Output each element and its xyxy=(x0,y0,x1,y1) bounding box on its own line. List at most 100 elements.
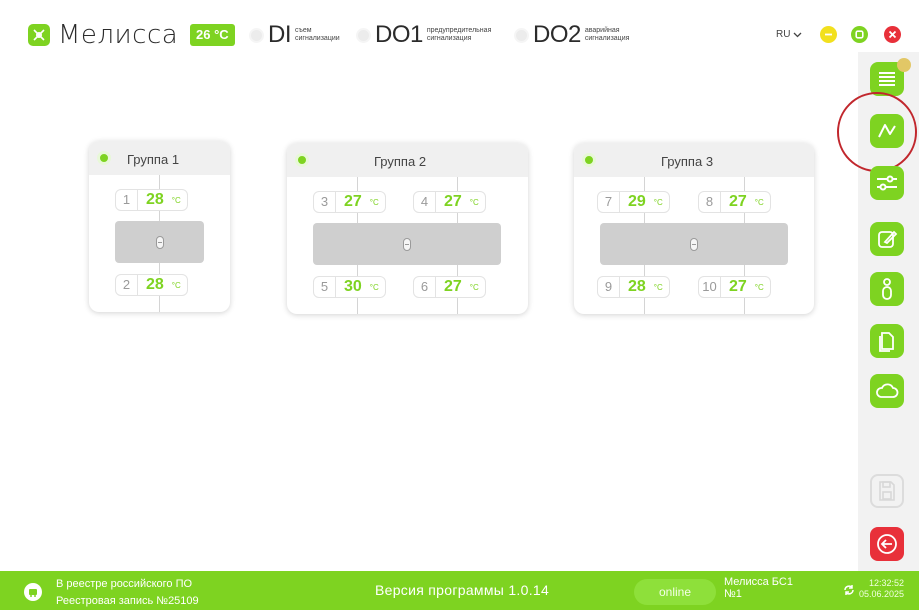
sensor-6[interactable]: 6 27 °C xyxy=(413,276,486,298)
documents-icon xyxy=(879,332,894,352)
settings-button[interactable] xyxy=(870,166,904,200)
sliders-icon xyxy=(877,175,897,191)
list-icon xyxy=(879,72,895,86)
sensor-number: 8 xyxy=(699,192,721,212)
sensor-unit: °C xyxy=(469,197,479,207)
sensor-unit: °C xyxy=(754,282,764,292)
sensors-button[interactable] xyxy=(870,272,904,306)
sensor-unit: °C xyxy=(653,282,663,292)
sensor-number: 10 xyxy=(699,277,721,297)
sensor-8[interactable]: 8 27 °C xyxy=(698,191,771,213)
program-version: Версия программы 1.0.14 xyxy=(375,582,550,598)
logo-icon xyxy=(28,24,50,46)
indicator-code: DO1 xyxy=(375,21,423,48)
group-card-1[interactable]: Группа 1 1 28 °C 2 28 °C xyxy=(89,141,230,312)
header: Мелисса 26 °C DI съем сигнализации DO1 п… xyxy=(0,0,919,64)
sensor-number: 1 xyxy=(116,190,138,210)
device-number: №1 xyxy=(724,588,742,600)
cloud-button[interactable] xyxy=(870,374,904,408)
sensor-unit: °C xyxy=(369,282,379,292)
group-title: Группа 1 xyxy=(127,152,180,167)
sensor-3[interactable]: 3 27 °C xyxy=(313,191,386,213)
close-button[interactable] xyxy=(884,26,901,43)
sensor-icon xyxy=(882,278,892,300)
sensor-unit: °C xyxy=(469,282,479,292)
sensor-unit: °C xyxy=(754,197,764,207)
door-status xyxy=(600,223,788,265)
minus-icon xyxy=(825,33,832,36)
clock-time: 12:32:52 xyxy=(868,578,904,588)
documents-button[interactable] xyxy=(870,324,904,358)
group-card-3[interactable]: Группа 3 7 29 °C 8 27 °C 9 28 °C 10 27 °… xyxy=(574,143,814,314)
app-name: Мелисса xyxy=(58,20,179,50)
clock: 12:32:52 05.06.2025 xyxy=(856,578,904,600)
sensor-number: 5 xyxy=(314,277,336,297)
registry-info: В реестре российского ПО Реестровая запи… xyxy=(56,576,199,610)
minimize-button[interactable] xyxy=(820,26,837,43)
group-card-2[interactable]: Группа 2 3 27 °C 4 27 °C 5 30 °C 6 27 °C xyxy=(287,143,528,314)
cloud-icon xyxy=(876,383,899,398)
sensor-number: 4 xyxy=(414,192,436,212)
group-title: Группа 2 xyxy=(374,154,427,169)
sensor-9[interactable]: 9 28 °C xyxy=(597,276,670,298)
notification-dot xyxy=(897,58,911,72)
sensor-value: 28 xyxy=(146,276,164,293)
highlight-ring xyxy=(837,92,917,172)
group-title: Группа 3 xyxy=(661,154,714,169)
sync-icon[interactable] xyxy=(843,584,855,599)
door-icon xyxy=(155,235,164,249)
sensor-value: 28 xyxy=(146,191,164,208)
group-status-led xyxy=(97,151,111,165)
sensor-7[interactable]: 7 29 °C xyxy=(597,191,670,213)
sensor-value: 27 xyxy=(344,193,362,210)
exit-icon xyxy=(877,534,897,554)
sensor-10[interactable]: 10 27 °C xyxy=(698,276,771,298)
language-select[interactable]: RU xyxy=(776,29,802,40)
indicator-do2: DO2 аварийная сигнализация xyxy=(514,21,647,49)
sensor-number: 7 xyxy=(598,192,620,212)
connection-status: online xyxy=(634,579,716,605)
sensor-2[interactable]: 2 28 °C xyxy=(115,274,188,296)
sensor-value: 29 xyxy=(628,193,646,210)
sensor-1[interactable]: 1 28 °C xyxy=(115,189,188,211)
door-icon xyxy=(690,237,698,251)
indicator-desc: съем сигнализации xyxy=(295,27,340,42)
exit-button[interactable] xyxy=(870,527,904,561)
group-status-led xyxy=(582,153,596,167)
sensor-number: 2 xyxy=(116,275,138,295)
registry-line-2: Реестровая запись №25109 xyxy=(56,595,199,607)
sensor-4[interactable]: 4 27 °C xyxy=(413,191,486,213)
save-button[interactable] xyxy=(870,474,904,508)
sensor-value: 30 xyxy=(344,278,362,295)
group-status-led xyxy=(295,153,309,167)
edit-button[interactable] xyxy=(870,222,904,256)
maximize-button[interactable] xyxy=(851,26,868,43)
app-window: Мелисса 26 °C DI съем сигнализации DO1 п… xyxy=(0,0,919,610)
indicator-do1: DO1 предупредительная сигнализация xyxy=(356,21,507,49)
logo: Мелисса xyxy=(28,20,178,50)
registry-line-1: В реестре российского ПО xyxy=(56,578,193,590)
chevron-down-icon xyxy=(793,32,802,37)
sensor-value: 28 xyxy=(628,278,646,295)
close-icon xyxy=(888,30,897,39)
indicator-led xyxy=(249,27,264,43)
device-info: Мелисса БС1 №1 xyxy=(724,576,793,600)
sensor-5[interactable]: 5 30 °C xyxy=(313,276,386,298)
sensor-value: 27 xyxy=(729,278,747,295)
sensor-number: 3 xyxy=(314,192,336,212)
square-icon xyxy=(855,30,864,39)
door-status xyxy=(313,223,501,265)
device-name: Мелисса БС1 xyxy=(724,576,793,588)
indicator-led xyxy=(356,27,371,43)
indicator-code: DI xyxy=(268,21,292,48)
sensor-unit: °C xyxy=(171,195,181,205)
clock-date: 05.06.2025 xyxy=(858,589,904,599)
save-icon xyxy=(879,481,895,501)
language-label: RU xyxy=(776,29,791,40)
status-bar: В реестре российского ПО Реестровая запи… xyxy=(0,571,919,610)
indicator-led xyxy=(514,27,529,43)
door-icon xyxy=(403,237,411,251)
indicator-di: DI съем сигнализации xyxy=(249,21,351,49)
registry-icon xyxy=(24,583,42,601)
edit-icon xyxy=(878,230,898,248)
